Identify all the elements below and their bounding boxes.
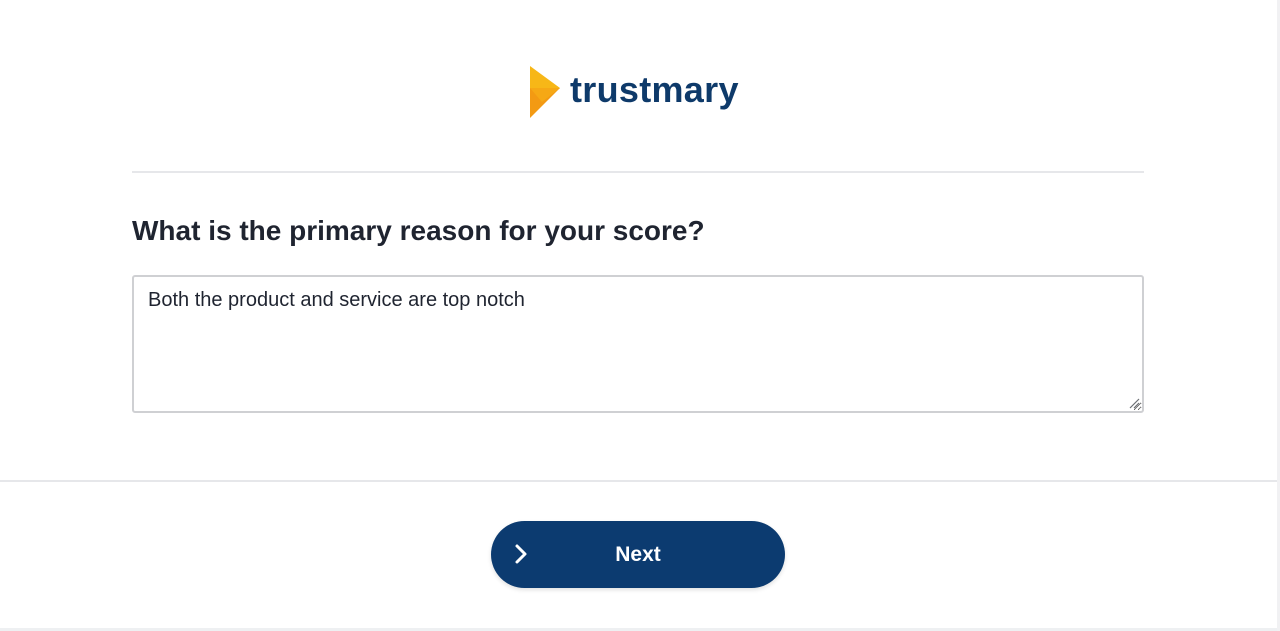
brand-name: trustmary — [570, 69, 739, 110]
next-button-label: Next — [615, 543, 661, 566]
resize-grip-icon[interactable] — [1128, 397, 1140, 409]
trustmary-logo: trustmary — [530, 66, 739, 118]
trustmary-logo-icon — [530, 66, 560, 118]
answer-textarea[interactable]: Both the product and service are top not… — [132, 275, 1144, 413]
question-title: What is the primary reason for your scor… — [132, 215, 705, 246]
survey-page: trustmary What is the primary reason for… — [0, 0, 1280, 631]
footer-divider — [0, 480, 1277, 482]
header-divider — [132, 171, 1144, 173]
next-button[interactable]: Next — [491, 521, 785, 588]
chevron-right-icon — [515, 544, 527, 564]
